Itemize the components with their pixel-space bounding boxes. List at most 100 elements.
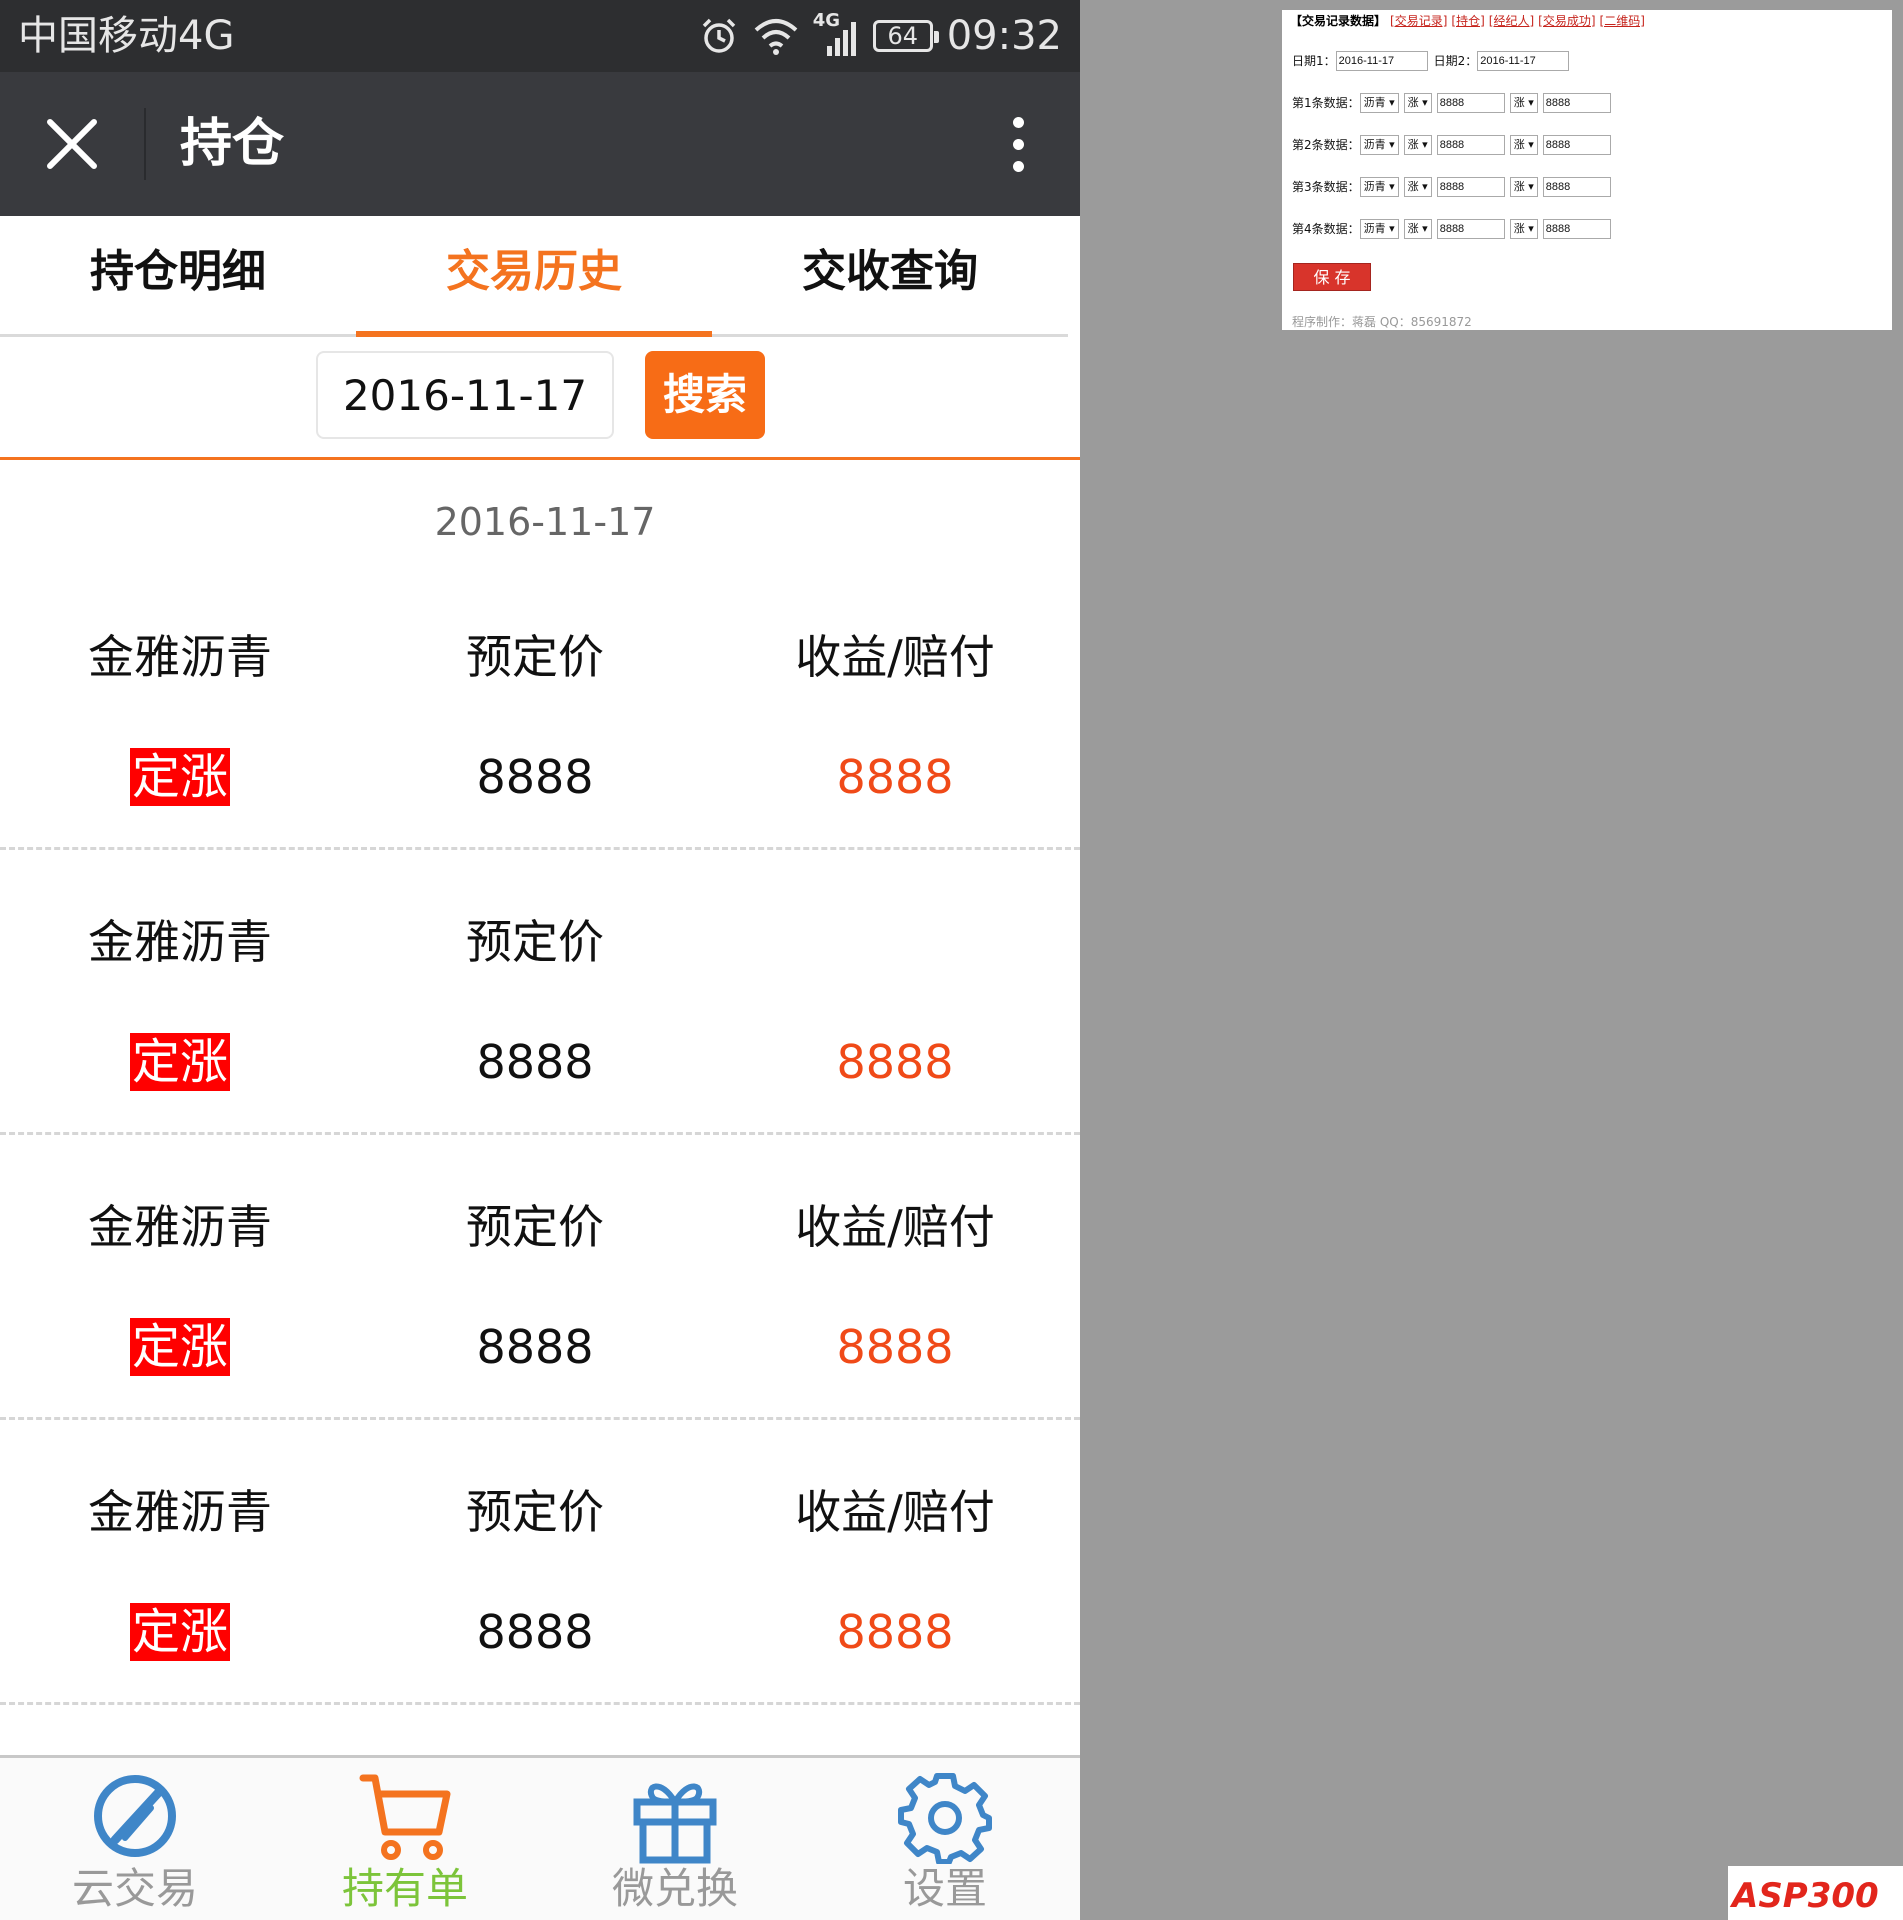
direction-select[interactable]: 涨 ▾ xyxy=(1403,93,1432,113)
admin-data-row: 第2条数据：沥青 ▾涨 ▾涨 ▾ xyxy=(1292,135,1611,155)
product-select[interactable]: 沥青 ▾ xyxy=(1359,219,1399,239)
more-dot-icon xyxy=(1012,160,1024,172)
result-label: 收益/赔付 xyxy=(795,1485,995,1539)
carrier-label: 中国移动4G xyxy=(18,13,235,59)
date1-input[interactable] xyxy=(1335,51,1428,71)
value2-input[interactable] xyxy=(1542,93,1611,113)
tab-settlement-query[interactable]: 交收查询 xyxy=(712,216,1068,334)
value2-input[interactable] xyxy=(1542,135,1611,155)
direction-select-value: 涨 xyxy=(1407,96,1419,109)
date2-label: 日期2： xyxy=(1433,54,1478,68)
record-row: 金雅沥青 预定价 定涨 8888 8888 xyxy=(0,850,1080,1135)
direction2-select-value: 涨 xyxy=(1513,222,1525,235)
close-button[interactable] xyxy=(36,108,108,180)
price-value: 8888 xyxy=(476,1035,594,1089)
product-name: 金雅沥青 xyxy=(88,1485,272,1539)
link-positions[interactable]: [持仓] xyxy=(1451,14,1484,28)
product-select[interactable]: 沥青 ▾ xyxy=(1359,135,1399,155)
result-value: 8888 xyxy=(836,750,954,804)
tab-bar: 持仓明细 交易历史 交收查询 xyxy=(0,216,1068,337)
row-label: 第2条数据： xyxy=(1292,138,1360,152)
product-select-value: 沥青 xyxy=(1363,180,1386,193)
nav-settings[interactable]: 设置 xyxy=(810,1758,1080,1920)
date1-label: 日期1： xyxy=(1292,54,1336,68)
direction-select[interactable]: 涨 ▾ xyxy=(1403,135,1432,155)
price-label: 预定价 xyxy=(466,915,604,969)
link-qrcode[interactable]: [二维码] xyxy=(1600,14,1645,28)
value2-input[interactable] xyxy=(1542,177,1611,197)
row-label: 第4条数据： xyxy=(1292,222,1360,236)
close-icon xyxy=(47,119,97,169)
type-cell: 定涨 xyxy=(0,1602,360,1662)
nav-holdings[interactable]: 持有单 xyxy=(270,1758,540,1920)
direction2-select[interactable]: 涨 ▾ xyxy=(1509,135,1538,155)
signal-indicator: 4G xyxy=(813,10,859,58)
cloud-trade-icon xyxy=(94,1775,176,1857)
save-button[interactable]: 保 存 xyxy=(1293,263,1371,291)
nav-exchange[interactable]: 微兑换 xyxy=(540,1758,810,1920)
wifi-icon xyxy=(754,19,798,55)
records-date: 2016-11-17 xyxy=(434,500,656,544)
more-dot-icon xyxy=(1012,138,1024,150)
nav-label: 设置 xyxy=(902,1864,987,1913)
value1-input[interactable] xyxy=(1436,135,1505,155)
value1-input[interactable] xyxy=(1436,177,1505,197)
record-row: 金雅沥青 预定价 收益/赔付 定涨 8888 8888 xyxy=(0,1135,1080,1420)
admin-panel: 【交易记录数据】 [交易记录] [持仓] [经纪人] [交易成功] [二维码] 日期1： … xyxy=(1282,10,1892,330)
more-dot-icon xyxy=(1012,116,1024,128)
nav-label: 持有单 xyxy=(341,1864,468,1913)
tab-position-detail[interactable]: 持仓明细 xyxy=(0,216,356,334)
direction2-select-value: 涨 xyxy=(1513,180,1525,193)
value2-input[interactable] xyxy=(1542,219,1611,239)
record-row: 金雅沥青 预定价 收益/赔付 定涨 8888 8888 xyxy=(0,565,1080,850)
type-cell: 定涨 xyxy=(0,747,360,807)
type-badge: 定涨 xyxy=(129,1318,230,1376)
product-select-value: 沥青 xyxy=(1363,222,1386,235)
date2-input[interactable] xyxy=(1477,51,1570,71)
more-menu-button[interactable] xyxy=(1000,108,1036,180)
product-name: 金雅沥青 xyxy=(88,630,272,684)
direction2-select-value: 涨 xyxy=(1513,138,1525,151)
result-value: 8888 xyxy=(836,1320,954,1374)
direction-select[interactable]: 涨 ▾ xyxy=(1403,177,1432,197)
row-label: 第3条数据： xyxy=(1292,180,1360,194)
status-bar: 中国移动4G 4G 64 09:32 xyxy=(0,0,1080,72)
record-row: 金雅沥青 预定价 收益/赔付 定涨 8888 8888 xyxy=(0,1420,1080,1705)
product-select[interactable]: 沥青 ▾ xyxy=(1359,177,1399,197)
search-button[interactable]: 搜索 xyxy=(645,351,765,439)
title-bar: 持仓 xyxy=(0,72,1080,216)
link-trade-success[interactable]: [交易成功] xyxy=(1538,14,1595,28)
signal-icon xyxy=(826,22,856,56)
tab-trade-history[interactable]: 交易历史 xyxy=(356,216,712,337)
nav-label: 云交易 xyxy=(71,1864,198,1913)
status-indicators: 4G 64 09:32 xyxy=(699,10,1062,60)
nav-cloud-trade[interactable]: 云交易 xyxy=(0,1758,270,1920)
direction-select[interactable]: 涨 ▾ xyxy=(1403,219,1432,239)
price-label: 预定价 xyxy=(466,630,604,684)
link-brokers[interactable]: [经纪人] xyxy=(1489,14,1534,28)
product-name: 金雅沥青 xyxy=(88,1200,272,1254)
result-value: 8888 xyxy=(836,1605,954,1659)
price-value: 8888 xyxy=(476,750,594,804)
type-cell: 定涨 xyxy=(0,1317,360,1377)
credit-text: 程序制作：蒋磊 QQ：85691872 xyxy=(1292,315,1472,329)
product-select-value: 沥青 xyxy=(1363,138,1386,151)
bottom-nav: 云交易 持有单 微兑换 设置 xyxy=(0,1755,1080,1920)
direction2-select[interactable]: 涨 ▾ xyxy=(1509,93,1538,113)
value1-input[interactable] xyxy=(1436,219,1505,239)
value1-input[interactable] xyxy=(1436,93,1505,113)
link-trade-records[interactable]: [交易记录] xyxy=(1390,14,1447,28)
date-row: 日期1： 日期2： xyxy=(1292,51,1570,71)
result-label: 收益/赔付 xyxy=(795,1200,995,1254)
nav-label: 微兑换 xyxy=(611,1864,738,1913)
date-input[interactable] xyxy=(316,351,614,439)
direction2-select[interactable]: 涨 ▾ xyxy=(1509,219,1538,239)
direction-select-value: 涨 xyxy=(1407,138,1419,151)
direction-select-value: 涨 xyxy=(1407,180,1419,193)
gift-icon xyxy=(633,1783,717,1864)
price-value: 8888 xyxy=(476,1320,594,1374)
direction2-select[interactable]: 涨 ▾ xyxy=(1509,177,1538,197)
type-badge: 定涨 xyxy=(129,1603,230,1661)
product-select[interactable]: 沥青 ▾ xyxy=(1359,93,1399,113)
row-label: 第1条数据： xyxy=(1292,96,1360,110)
